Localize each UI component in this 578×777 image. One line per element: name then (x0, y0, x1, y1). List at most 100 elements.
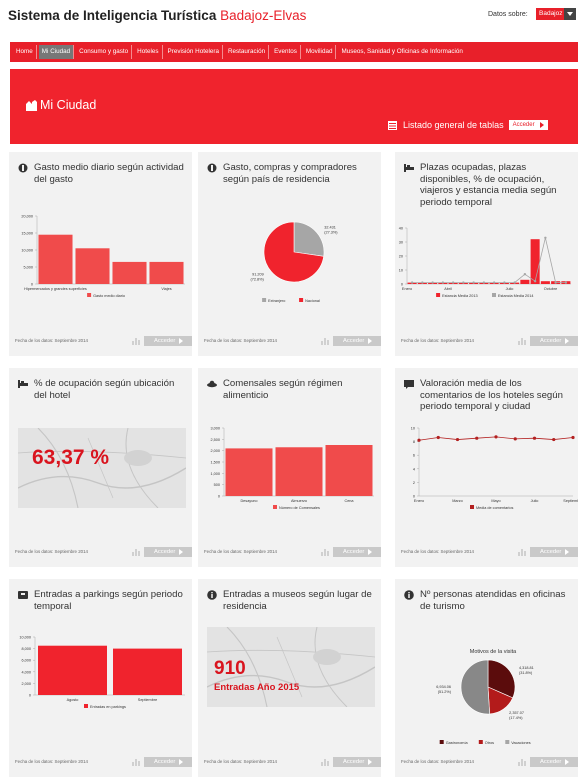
nav-item[interactable]: Consumo y gasto (76, 45, 133, 59)
legend-swatch (470, 505, 474, 509)
listado-link[interactable]: Listado general de tablas Acceder (388, 120, 548, 130)
data-point (472, 281, 475, 284)
x-tick-label: Julio (506, 287, 514, 291)
card-footer: Fecha de los datos: Septiembre 2014 Acced… (204, 547, 381, 557)
map-value: 910 (214, 658, 246, 679)
nav-item[interactable]: Mi Ciudad (38, 45, 75, 59)
bar (520, 279, 530, 284)
series-line (412, 237, 566, 284)
y-tick-label: 2,000 (210, 449, 220, 453)
data-point (523, 273, 527, 276)
bar (75, 248, 110, 284)
nav-item[interactable]: Movilidad (303, 45, 337, 59)
pie-value-label: 32.431 (324, 225, 336, 229)
dashboard-card: Nº personas atendidas en oficinas de tur… (395, 579, 578, 777)
map-panel[interactable]: 910 Entradas Año 2015 (207, 627, 375, 707)
legend-label: Otros (485, 741, 494, 745)
nav-item[interactable]: Restauración (225, 45, 270, 59)
legend-swatch (273, 505, 277, 509)
bar (325, 445, 373, 496)
x-tick-label: Septiembre (138, 698, 157, 702)
card-access-button[interactable]: Acceder (530, 336, 578, 346)
bar (113, 648, 182, 695)
listado-access-label: Acceder (512, 122, 535, 128)
pie-percent-label: (51.2%) (438, 690, 452, 694)
legend-label: Estancia Media 2013 (442, 294, 477, 298)
data-point (544, 236, 547, 239)
play-icon (179, 338, 183, 344)
bar (530, 239, 540, 284)
chevron-down-icon[interactable] (564, 8, 576, 20)
y-tick-label: 20,000 (21, 215, 33, 219)
card-access-button[interactable]: Acceder (530, 757, 578, 767)
card-access-label: Acceder (540, 549, 562, 555)
card-access-button[interactable]: Acceder (144, 336, 192, 346)
data-point (431, 281, 434, 284)
nav-item[interactable]: Home (13, 45, 37, 59)
x-tick-label: Desayuno (240, 499, 257, 503)
nav-item[interactable]: Previsión Hotelera (165, 45, 223, 59)
x-tick-label: Marzo (452, 499, 463, 503)
nav-item[interactable]: Museos, Sanidad y Oficinas de Informació… (338, 45, 465, 59)
bar (225, 448, 273, 496)
card-footer: Fecha de los datos: Septiembre 2014 Acced… (401, 336, 578, 346)
chart: 10 8 6 4 2 0Enero Marzo Mayo Julio Septiembre Medi… (411, 427, 578, 511)
card-access-button[interactable]: Acceder (530, 547, 578, 557)
card-access-button[interactable]: Acceder (333, 336, 381, 346)
card-access-label: Acceder (343, 549, 365, 555)
data-date: Fecha de los datos: Septiembre 2014 (204, 759, 277, 764)
play-icon (368, 338, 372, 344)
pie-slice (293, 221, 325, 257)
y-tick-label: 0 (401, 283, 403, 287)
y-tick-label: 0 (29, 694, 31, 698)
y-tick-label: 15,000 (21, 232, 33, 236)
chart: 10,000 8,000 6,000 4,000 2,000 0 Agosto Septiem… (19, 636, 185, 709)
y-tick-label: 4,000 (21, 670, 31, 674)
datos-sobre-label: Datos sobre: (488, 11, 528, 18)
map-subtitle: Entradas Año 2015 (214, 682, 300, 693)
legend-swatch (436, 293, 441, 297)
pie-percent-label: (72.8%) (250, 278, 264, 282)
card-access-label: Acceder (154, 759, 176, 765)
data-point (410, 281, 414, 284)
x-tick-label: Octubre (544, 287, 558, 291)
chart-icon (321, 759, 329, 766)
section-banner: Mi Ciudad Listado general de tablas Acce… (10, 69, 578, 144)
card-footer: Fecha de los datos: Septiembre 2014 Acced… (204, 757, 381, 767)
city-icon (26, 100, 37, 111)
bar (275, 447, 323, 496)
data-point (455, 437, 460, 442)
play-icon (368, 549, 372, 555)
map-panel[interactable]: 63,37 % (18, 428, 186, 508)
card-access-button[interactable]: Acceder (333, 757, 381, 767)
data-point (533, 280, 537, 283)
data-point (492, 281, 496, 284)
map-area (313, 649, 341, 665)
play-icon (179, 549, 183, 555)
x-tick-label: Cena (344, 499, 354, 503)
x-tick-label: Almuerzo (291, 499, 307, 503)
y-tick-label: 10,000 (21, 249, 33, 253)
nav-item[interactable]: Hoteles (134, 45, 163, 59)
bar (540, 281, 550, 284)
app-title: Sistema de Inteligencia Turística Badajo… (8, 8, 306, 23)
city-select[interactable]: Badajoz (536, 8, 564, 20)
play-icon (565, 338, 569, 344)
map-value: 63,37 % (32, 446, 110, 469)
card-access-button[interactable]: Acceder (333, 547, 381, 557)
x-tick-label: Agosto (67, 698, 79, 702)
card-footer: Fecha de los datos: Septiembre 2014 Acced… (401, 547, 578, 557)
card-access-label: Acceder (540, 338, 562, 344)
data-date: Fecha de los datos: Septiembre 2014 (401, 338, 474, 343)
data-point (513, 281, 516, 284)
y-tick-label: 10 (399, 269, 403, 273)
card-access-button[interactable]: Acceder (144, 757, 192, 767)
listado-access-button[interactable]: Acceder (508, 120, 548, 130)
nav-item[interactable]: Eventos (271, 45, 301, 59)
card-access-button[interactable]: Acceder (144, 547, 192, 557)
section-title-text: Mi Ciudad (40, 98, 97, 112)
card-access-label: Acceder (343, 338, 365, 344)
chart-icon (518, 759, 526, 766)
data-point (503, 281, 506, 284)
card-access-label: Acceder (343, 759, 365, 765)
